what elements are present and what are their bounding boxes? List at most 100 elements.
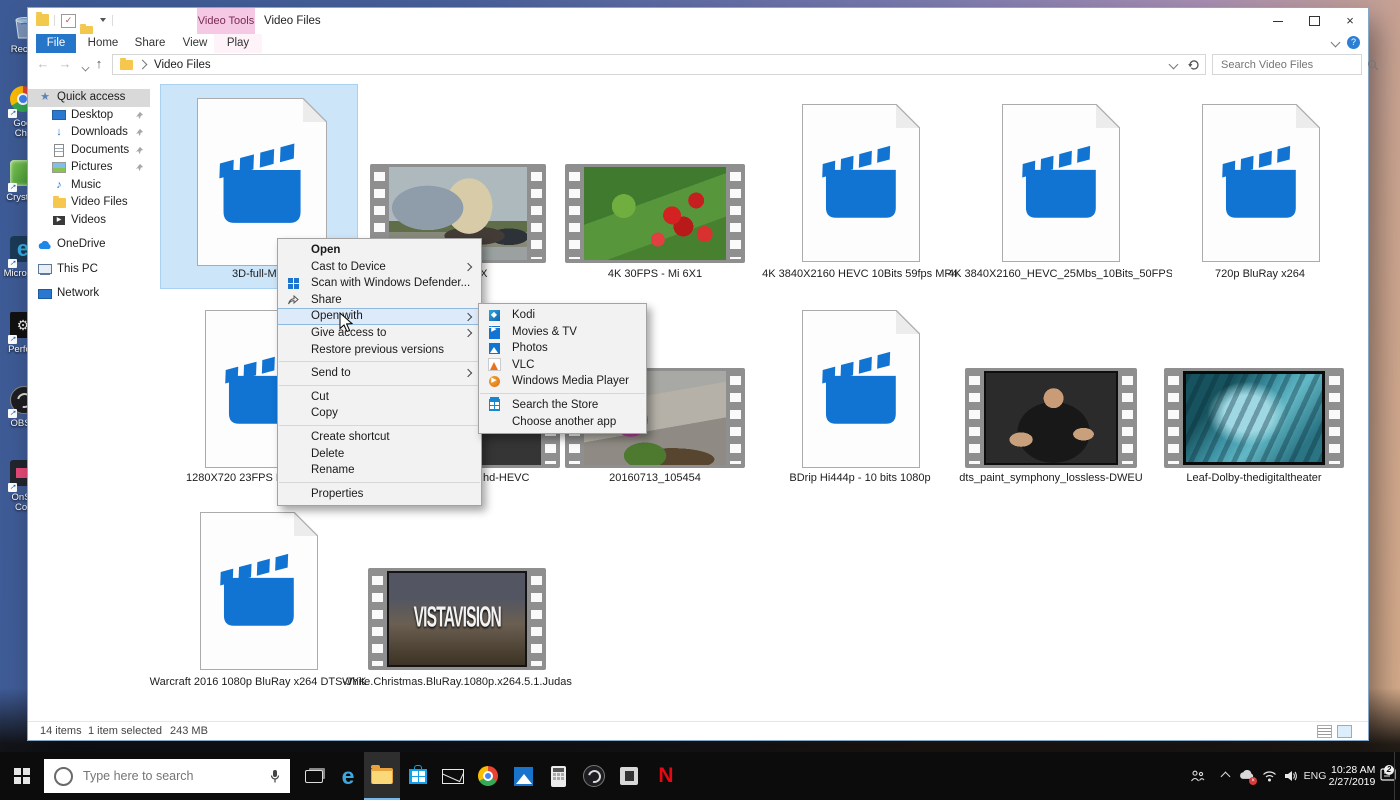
menu-item-create-shortcut[interactable]: Create shortcut [278,429,481,446]
menu-item-properties[interactable]: Properties [278,486,481,503]
taskbar-chrome[interactable] [470,752,506,800]
close-button[interactable]: × [1332,8,1368,34]
menu-item-cast-to-device[interactable]: Cast to Device [278,259,481,276]
clock[interactable]: 10:28 AM2/27/2019 [1328,752,1376,800]
search-input[interactable] [1213,59,1367,71]
file-name[interactable]: dts_paint_symphony_lossless-DWEU [940,472,1162,484]
tray-expand-chevron-icon[interactable] [1214,752,1236,800]
menu-item-restore-previous-versions[interactable]: Restore previous versions [278,342,481,359]
sidebar-item-quick-access[interactable]: ★Quick access [28,89,150,107]
sidebar-item-videos[interactable]: ▶Videos [28,212,150,230]
sidebar-item-onedrive[interactable]: OneDrive [28,236,150,254]
file-name[interactable]: 4K 3840X2160 HEVC 10Bits 59fps MP4 [755,268,965,280]
qat-properties-icon[interactable]: ✓ [61,14,76,28]
help-icon[interactable]: ? [1347,36,1360,49]
taskbar-search[interactable] [44,759,290,793]
video-file-icon[interactable] [1202,104,1320,262]
video-thumbnail[interactable] [965,368,1137,468]
sidebar-item-this-pc[interactable]: This PC [28,261,150,279]
video-file-icon[interactable] [1002,104,1120,262]
sidebar-item-pictures[interactable]: Pictures [28,159,150,177]
menu-item-open-with[interactable]: Open with [278,308,481,325]
taskbar-task-view[interactable] [296,752,332,800]
open-with-windows-media-player[interactable]: ▶Windows Media Player [479,373,646,390]
taskbar-file-explorer[interactable] [364,752,400,800]
qat-dropdown-icon[interactable] [100,18,106,22]
open-with-kodi[interactable]: ◆Kodi [479,307,646,324]
menu-item-open[interactable]: Open [278,242,481,259]
taskbar-search-input[interactable] [81,768,270,784]
onedrive-tray-icon[interactable]: × [1236,752,1258,800]
video-thumbnail[interactable] [1164,368,1344,468]
file-name[interactable]: White.Christmas.BluRay.1080p.x264.5.1.Ju… [330,676,584,688]
taskbar-mail[interactable] [435,752,471,800]
file-name[interactable]: hd-HEVC [483,472,563,484]
taskbar-obs[interactable] [576,752,612,800]
breadcrumb[interactable]: Video Files [154,59,211,71]
file-name[interactable]: Leaf-Dolby-thedigitaltheater [1140,472,1368,484]
microphone-icon[interactable] [270,769,280,784]
ribbon-tab-play[interactable]: Play [214,34,262,53]
wifi-icon[interactable] [1258,752,1280,800]
open-with-choose-another-app[interactable]: Choose another app [479,414,646,431]
refresh-icon[interactable] [1187,58,1200,71]
open-with-search-the-store[interactable]: Search the Store [479,397,646,414]
video-thumbnail[interactable]: VISTAVISION [368,568,546,670]
taskbar-microsoft-store[interactable] [400,752,436,800]
file-name[interactable]: 4K 30FPS - Mi 6X1 [565,268,745,280]
file-name[interactable]: 720p BluRay x264 [1160,268,1360,280]
menu-item-rename[interactable]: Rename [278,462,481,479]
sidebar-item-documents[interactable]: Documents [28,142,150,160]
minimize-button[interactable] [1260,8,1296,34]
volume-icon[interactable] [1280,752,1302,800]
ribbon-tab-file[interactable]: File [36,34,76,53]
people-icon[interactable] [1184,752,1210,800]
file-name[interactable]: 4K 3840X2160_HEVC_25Mbs_10Bits_50FPS_MKV [948,268,1172,280]
start-button[interactable] [0,752,44,800]
forward-button[interactable]: → [56,55,74,73]
file-name[interactable]: 1280X720 23FPS H [186,472,278,484]
menu-item-delete[interactable]: Delete [278,446,481,463]
language-indicator[interactable]: ENG [1302,752,1328,800]
taskbar-netflix[interactable]: N [648,752,684,800]
taskbar-media-app[interactable] [611,752,647,800]
ribbon-tab-home[interactable]: Home [82,34,124,53]
video-file-icon[interactable] [802,310,920,468]
ribbon-tab-share[interactable]: Share [128,34,172,53]
menu-item-cut[interactable]: Cut [278,389,481,406]
taskbar-calculator[interactable] [540,752,576,800]
menu-item-copy[interactable]: Copy [278,405,481,422]
file-name[interactable]: BDrip Hi444p - 10 bits 1080p [755,472,965,484]
video-file-icon[interactable] [200,512,318,670]
sidebar-item-network[interactable]: Network [28,285,150,303]
search-box[interactable] [1212,54,1362,75]
search-icon[interactable] [1367,59,1379,71]
taskbar-edge[interactable]: e [330,752,366,800]
ribbon-collapse-icon[interactable] [1331,38,1341,48]
ribbon-tab-view[interactable]: View [176,34,214,53]
open-with-photos[interactable]: Photos [479,340,646,357]
sidebar-item-desktop[interactable]: Desktop [28,107,150,125]
menu-item-scan-with-windows-defender-[interactable]: Scan with Windows Defender... [278,275,481,292]
thumbnail-view-toggle-icon[interactable] [1337,725,1352,738]
qat-folder-icon[interactable] [36,14,49,26]
video-thumbnail[interactable] [565,164,745,263]
open-with-movies-tv[interactable]: ▶Movies & TV [479,324,646,341]
sidebar-item-downloads[interactable]: ↓Downloads [28,124,150,142]
menu-item-share[interactable]: Share [278,292,481,309]
open-with-vlc[interactable]: VLC [479,357,646,374]
sidebar-item-music[interactable]: ♪Music [28,177,150,195]
taskbar-photos-app[interactable] [505,752,541,800]
menu-item-send-to[interactable]: Send to [278,365,481,382]
back-button[interactable]: ← [34,55,52,73]
breadcrumb-chevron-icon[interactable] [138,60,148,70]
file-name[interactable]: 6X [474,268,544,280]
video-file-icon[interactable] [802,104,920,262]
details-view-toggle-icon[interactable] [1317,725,1332,738]
file-name[interactable]: 20160713_105454 [565,472,745,484]
sidebar-item-video-files[interactable]: Video Files [28,194,150,212]
address-dropdown-icon[interactable] [1169,60,1179,70]
up-button[interactable]: ↑ [90,55,108,73]
show-desktop-button[interactable] [1394,752,1400,800]
address-bar[interactable]: Video Files [112,54,1206,75]
